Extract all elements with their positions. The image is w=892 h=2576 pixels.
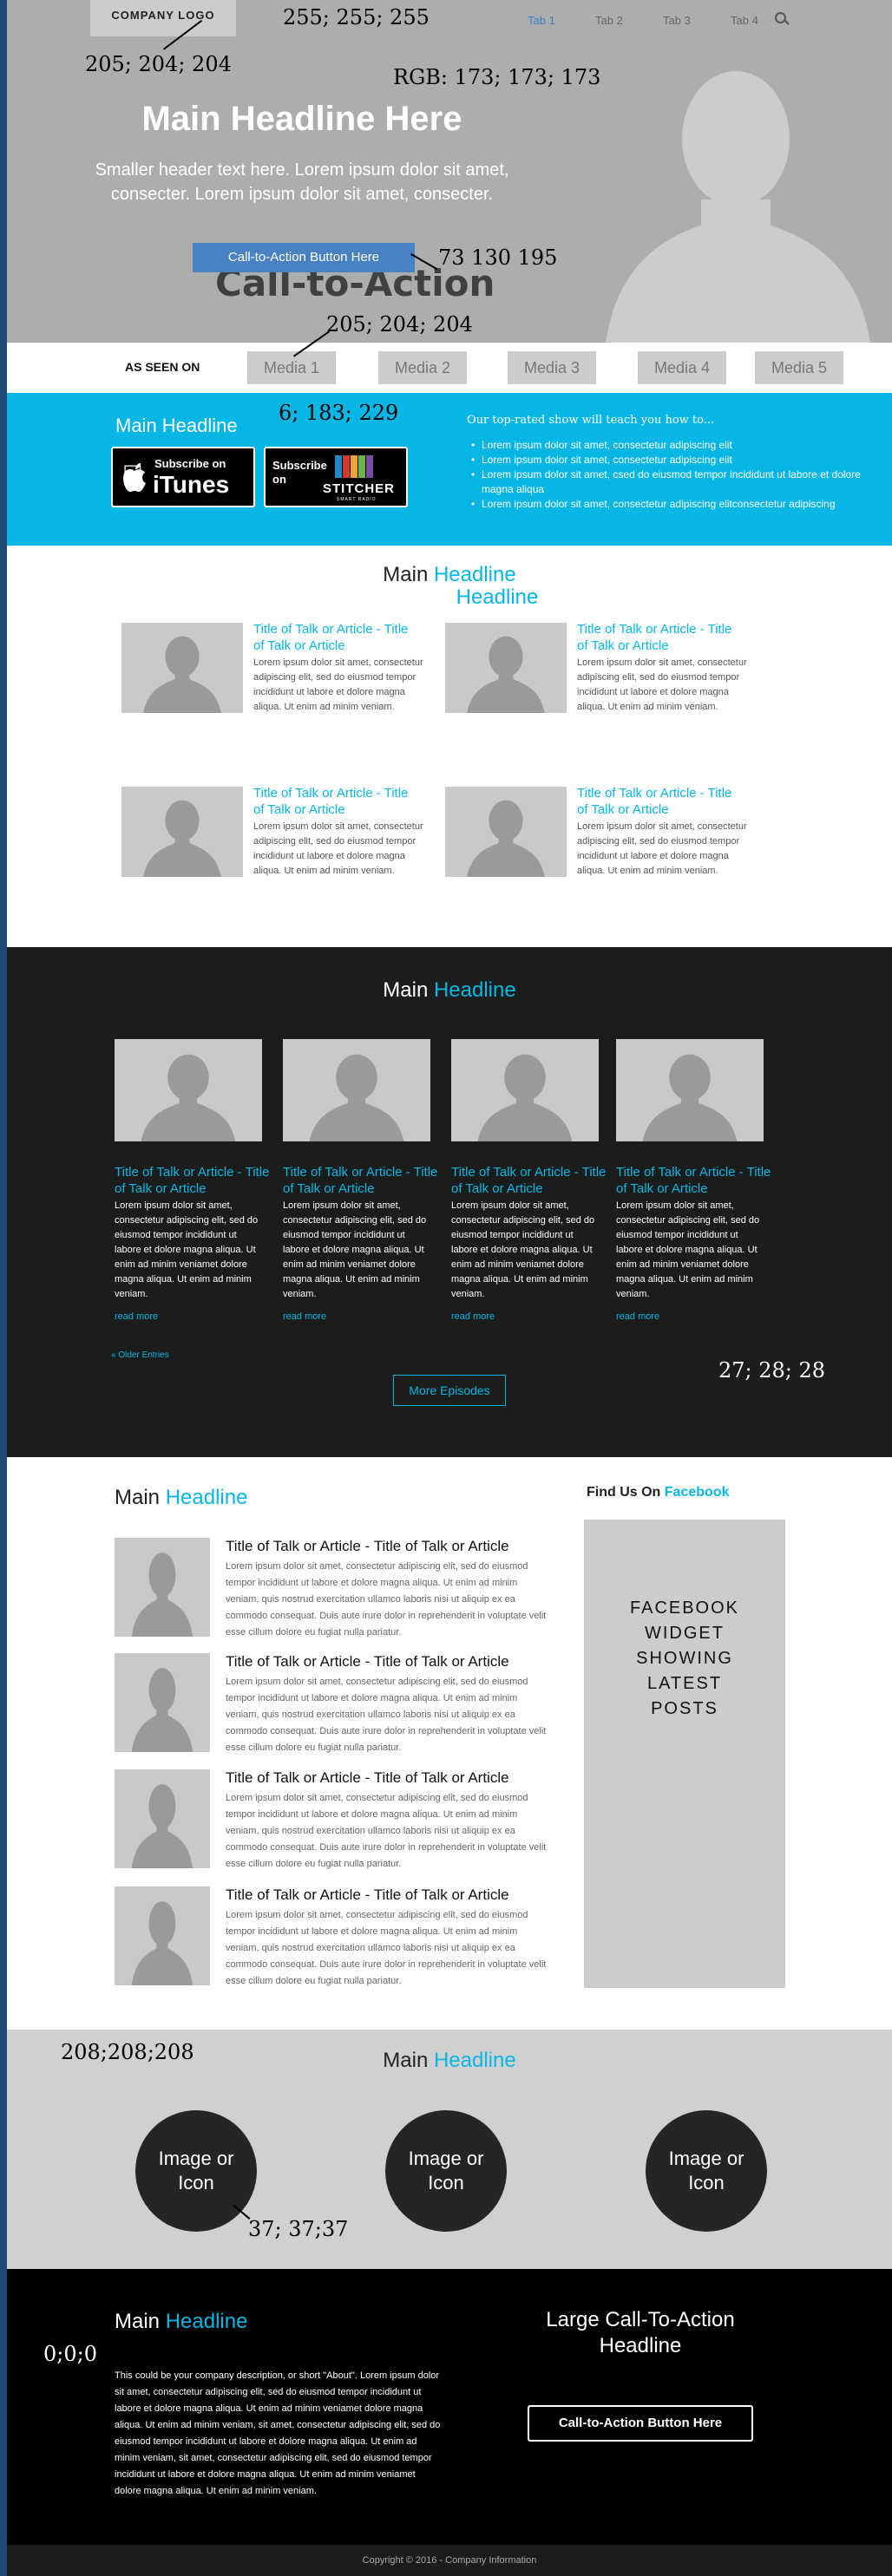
hero-headline: Main Headline Here <box>141 100 462 138</box>
episode-thumbnail[interactable] <box>451 1039 599 1141</box>
article-title[interactable]: Title of Talk or Article - Title of Talk… <box>577 621 742 654</box>
episode-excerpt: Lorem ipsum dolor sit amet, consectetur … <box>283 1200 427 1299</box>
list-item: Lorem ipsum dolor sit amet, consectetur … <box>471 453 879 467</box>
media-logo-3: Media 3 <box>508 351 596 384</box>
article-thumbnail[interactable] <box>445 787 567 877</box>
article-excerpt: Lorem ipsum dolor sit amet, consectetur … <box>577 657 747 712</box>
annotation-button: 73 130 195 <box>438 245 558 270</box>
list-item-title[interactable]: Title of Talk or Article - Title of Talk… <box>226 1769 509 1787</box>
copyright: Copyright © 2016 - Company Information <box>7 2545 892 2576</box>
list-thumbnail[interactable] <box>115 1653 210 1752</box>
article-title[interactable]: Title of Talk or Article - Title of Talk… <box>253 785 418 818</box>
episode-excerpt: Lorem ipsum dolor sit amet, consectetur … <box>115 1200 259 1299</box>
article-excerpt: Lorem ipsum dolor sit amet, consectetur … <box>577 821 747 876</box>
subscribe-right-heading: Our top-rated show will teach you how to… <box>467 414 715 427</box>
subscribe-bullet-list: Lorem ipsum dolor sit amet, consectetur … <box>471 438 879 512</box>
footer-description: This could be your company description, … <box>115 2370 441 2496</box>
more-episodes-button[interactable]: More Episodes <box>393 1375 506 1406</box>
episode-thumbnail[interactable] <box>616 1039 764 1141</box>
article-thumbnail[interactable] <box>445 623 567 713</box>
list-item: Lorem ipsum dolor sit amet, csed do eius… <box>471 467 879 497</box>
tab-2[interactable]: Tab 2 <box>595 14 663 27</box>
subscribe-headline: Main Headline <box>115 415 238 436</box>
stitcher-logo-icon <box>335 455 373 478</box>
annotation-media: 205; 204; 204 <box>326 312 473 337</box>
episode-title[interactable]: Title of Talk or Article - Title of Talk… <box>616 1164 772 1197</box>
episode-title[interactable]: Title of Talk or Article - Title of Talk… <box>283 1164 439 1197</box>
articles-headline: Main Headline Headline <box>383 563 539 609</box>
list-thumbnail[interactable] <box>115 1769 210 1868</box>
as-seen-on-bar: AS SEEN ON Media 1 Media 2 Media 3 Media… <box>7 343 892 393</box>
media-logo-2: Media 2 <box>378 351 467 384</box>
list-headline: Main Headline <box>115 1486 248 1509</box>
stitcher-badge[interactable]: Subscribe on STITCHER SMART RADIO <box>264 447 408 507</box>
image-icon-placeholder[interactable]: Image or Icon <box>646 2110 767 2232</box>
read-more-link[interactable]: read more <box>115 1311 158 1322</box>
article-thumbnail[interactable] <box>121 787 243 877</box>
episode-excerpt: Lorem ipsum dolor sit amet, consectetur … <box>451 1200 595 1299</box>
hero-cta-button[interactable]: Call-to-Action Button Here <box>193 243 415 272</box>
annotation-hero: RGB: 173; 173; 173 <box>393 65 601 89</box>
annotation-white: 255; 255; 255 <box>283 5 430 29</box>
read-more-link[interactable]: read more <box>616 1311 659 1322</box>
image-icon-placeholder[interactable]: Image or Icon <box>135 2110 257 2232</box>
hero-subtext: Smaller header text here. Lorem ipsum do… <box>95 160 509 204</box>
media-logo-4: Media 4 <box>638 351 726 384</box>
annotation-black: 0;0;0 <box>43 2342 97 2366</box>
list-thumbnail[interactable] <box>115 1886 210 1985</box>
annotation-gray: 208;208;208 <box>61 2040 194 2064</box>
nav-tabs: Tab 1 Tab 2 Tab 3 Tab 4 <box>528 14 798 27</box>
subscribe-section: Main Headline  Subscribe on iTunes Subs… <box>7 393 892 546</box>
list-item-excerpt: Lorem ipsum dolor sit amet, consectetur … <box>226 1561 547 1638</box>
article-title[interactable]: Title of Talk or Article - Title of Talk… <box>253 621 418 654</box>
article-thumbnail[interactable] <box>121 623 243 713</box>
read-more-link[interactable]: read more <box>283 1311 326 1322</box>
episode-thumbnail[interactable] <box>115 1039 262 1141</box>
facebook-widget[interactable]: FACEBOOK WIDGET SHOWING LATEST POSTS <box>584 1520 785 1988</box>
read-more-link[interactable]: read more <box>451 1311 495 1322</box>
episode-title[interactable]: Title of Talk or Article - Title of Talk… <box>451 1164 607 1197</box>
list-item-title[interactable]: Title of Talk or Article - Title of Talk… <box>226 1653 509 1670</box>
episode-title[interactable]: Title of Talk or Article - Title of Talk… <box>115 1164 271 1197</box>
older-entries-link[interactable]: « Older Entries <box>111 1350 169 1360</box>
search-icon[interactable] <box>775 12 786 23</box>
footer-headline: Main Headline <box>115 2310 248 2333</box>
icons-section: Main Headline Image or Icon Image or Ico… <box>7 2030 892 2269</box>
footer: Main Headline This could be your company… <box>7 2269 892 2545</box>
company-logo[interactable]: COMPANY LOGO <box>90 0 236 36</box>
footer-cta-headline: Large Call-To-Action Headline <box>546 2308 735 2357</box>
list-item-excerpt: Lorem ipsum dolor sit amet, consectetur … <box>226 1793 547 1869</box>
itunes-badge[interactable]:  Subscribe on iTunes <box>111 447 255 507</box>
article-excerpt: Lorem ipsum dolor sit amet, consectetur … <box>253 657 423 712</box>
annotation-dark: 27; 28; 28 <box>718 1358 826 1383</box>
annotation-circle: 37; 37;37 <box>248 2217 349 2241</box>
list-item: Lorem ipsum dolor sit amet, consectetur … <box>471 438 879 453</box>
page: COMPANY LOGO Tab 1 Tab 2 Tab 3 Tab 4 Mai… <box>7 0 892 2576</box>
facebook-widget-text: FACEBOOK WIDGET SHOWING LATEST POSTS <box>629 1599 740 1718</box>
list-item-excerpt: Lorem ipsum dolor sit amet, consectetur … <box>226 1910 547 1986</box>
list-thumbnail[interactable] <box>115 1538 210 1637</box>
as-seen-on-label: AS SEEN ON <box>125 360 200 374</box>
footer-cta-button[interactable]: Call-to-Action Button Here <box>528 2405 753 2442</box>
article-excerpt: Lorem ipsum dolor sit amet, consectetur … <box>253 821 423 876</box>
list-item-title[interactable]: Title of Talk or Article - Title of Talk… <box>226 1886 509 1904</box>
list-item-title[interactable]: Title of Talk or Article - Title of Talk… <box>226 1538 509 1555</box>
tab-3[interactable]: Tab 3 <box>663 14 731 27</box>
tab-1[interactable]: Tab 1 <box>528 14 595 27</box>
annotation-cyan: 6; 183; 229 <box>279 401 399 425</box>
episode-excerpt: Lorem ipsum dolor sit amet, consectetur … <box>616 1200 760 1299</box>
apple-logo-icon <box>123 463 146 492</box>
episodes-headline: Main Headline <box>383 978 516 1002</box>
article-title[interactable]: Title of Talk or Article - Title of Talk… <box>577 785 742 818</box>
media-logo-5: Media 5 <box>755 351 843 384</box>
annotation-logo: 205; 204; 204 <box>85 52 232 76</box>
find-us-facebook: Find Us On Facebook <box>587 1485 730 1500</box>
episode-thumbnail[interactable] <box>283 1039 430 1141</box>
person-silhouette-image <box>606 71 870 343</box>
image-icon-placeholder[interactable]: Image or Icon <box>385 2110 507 2232</box>
list-item: Lorem ipsum dolor sit amet, consectetur … <box>471 497 879 512</box>
list-item-excerpt: Lorem ipsum dolor sit amet, consectetur … <box>226 1677 547 1753</box>
media-logo-1: Media 1 <box>247 351 336 384</box>
